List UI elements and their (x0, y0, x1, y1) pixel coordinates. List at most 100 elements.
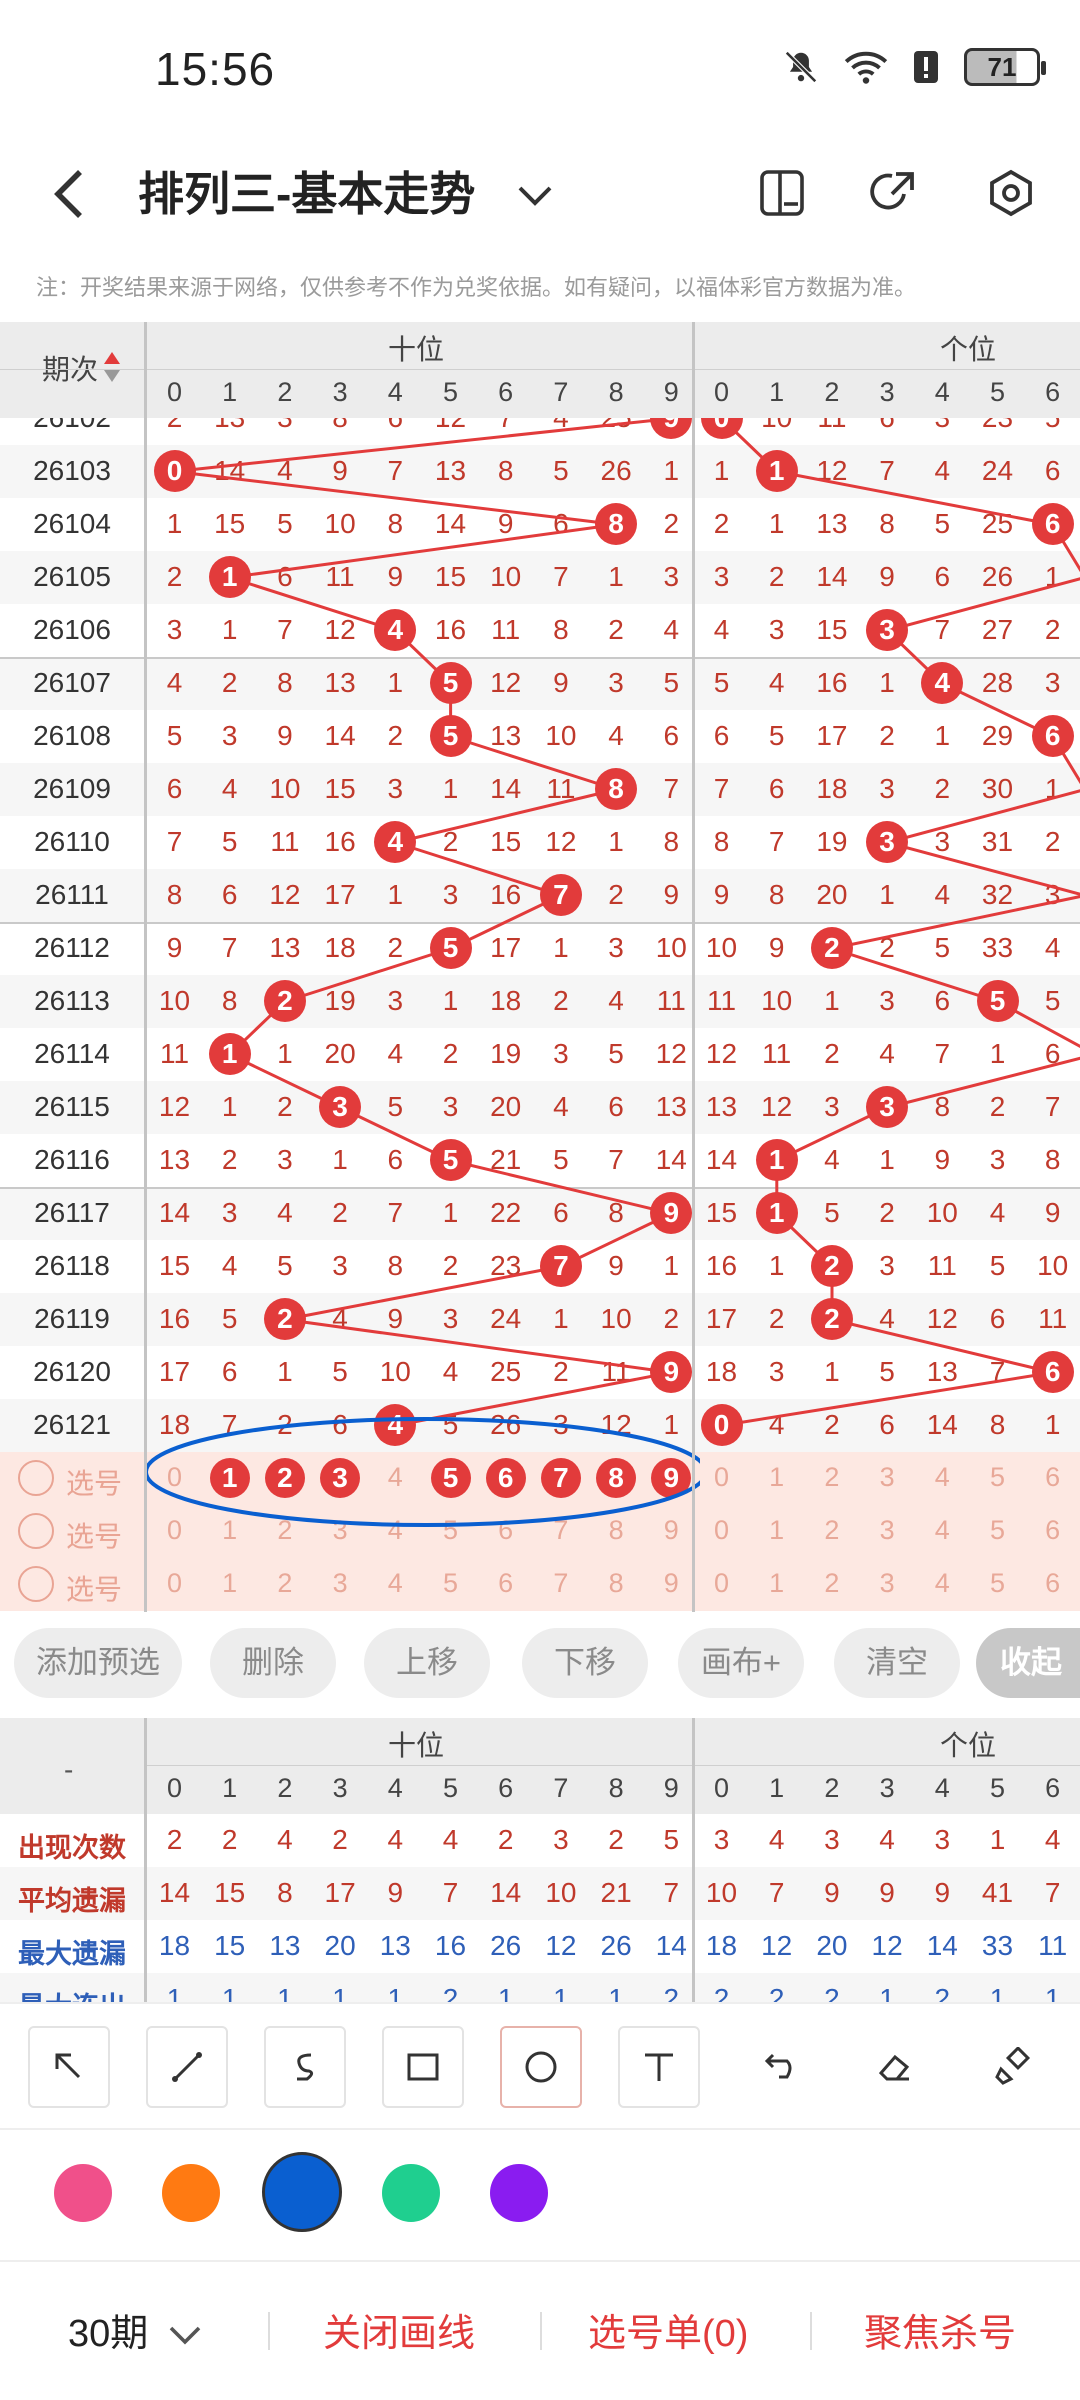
focus-kill-button[interactable]: 聚焦杀号 (864, 2302, 1016, 2357)
color-swatch[interactable] (162, 2164, 220, 2222)
action-chip[interactable]: 添加预选 (14, 1628, 182, 1698)
period-select-label: 30期 (68, 2313, 149, 2355)
clear-tool[interactable] (972, 2026, 1054, 2108)
pick-cell[interactable]: 6 (478, 1568, 533, 1599)
hit-ball: 3 (866, 1086, 909, 1128)
pick-cell[interactable]: 4 (915, 1462, 970, 1493)
pick-cell[interactable]: 2 (257, 1568, 312, 1599)
action-chip[interactable]: 清空 (834, 1628, 960, 1698)
pick-cell[interactable]: 0 (694, 1462, 749, 1493)
page-title: 排列三-基本走势 (138, 168, 476, 220)
pick-cell[interactable]: 5 (970, 1462, 1025, 1493)
undo-tool[interactable] (736, 2026, 818, 2108)
color-swatch[interactable] (382, 2164, 440, 2222)
trend-line-segment (229, 576, 396, 632)
pick-cell[interactable]: 4 (368, 1568, 423, 1599)
pick-cell[interactable]: 4 (915, 1568, 970, 1599)
pick-cell[interactable]: 5 (423, 1568, 478, 1599)
close-draw-button[interactable]: 关闭画线 (323, 2302, 475, 2357)
pick-cell[interactable]: 6 (1025, 1568, 1080, 1599)
line-tool[interactable] (146, 2026, 228, 2108)
pick-cell[interactable]: 3 (860, 1568, 915, 1599)
text-tool[interactable] (618, 2026, 700, 2108)
pick-cell[interactable]: 4 (915, 1515, 970, 1546)
stat-label: 最大连出 (0, 1985, 144, 2002)
trend-line-segment (721, 1371, 1054, 1427)
tens-header: 十位 (388, 1730, 445, 1761)
column-header: 0 (713, 377, 730, 407)
pick-list-button[interactable]: 选号单(0) (588, 2302, 748, 2357)
pick-cell[interactable]: 3 (860, 1462, 915, 1493)
stat-cell: 9 (387, 1877, 404, 1908)
pick-cell[interactable]: 3 (313, 1568, 368, 1599)
separator (810, 2312, 812, 2350)
arrow-tool[interactable] (28, 2026, 110, 2108)
pick-cell[interactable]: 1 (749, 1462, 804, 1493)
action-chip[interactable]: 收起 (976, 1628, 1080, 1698)
pick-cell[interactable]: 0 (694, 1515, 749, 1546)
pick-cell[interactable]: 1 (749, 1515, 804, 1546)
circle-icon (525, 2051, 557, 2083)
chevron-down-icon[interactable] (518, 186, 552, 206)
column-header: 4 (934, 377, 950, 407)
share-icon[interactable] (868, 168, 918, 218)
pick-cell[interactable]: 2 (804, 1568, 859, 1599)
pick-cell[interactable]: 0 (694, 1568, 749, 1599)
column-header: 7 (553, 1773, 569, 1803)
stat-cell: 4 (277, 1824, 293, 1855)
column-header: 6 (498, 1773, 514, 1803)
pick-cell[interactable]: 3 (860, 1515, 915, 1546)
stat-cell: 14 (926, 1930, 958, 1961)
column-header: 8 (608, 377, 624, 407)
hit-ball: 2 (263, 980, 306, 1022)
action-chip[interactable]: 删除 (210, 1628, 336, 1698)
stat-cell: 1 (221, 1983, 238, 2002)
rect-tool[interactable] (382, 2026, 464, 2108)
drawn-ellipse (144, 1417, 700, 1527)
stats-row: 最大遗漏 18 15 13 20 13 16 26 12 26 14 18 12 20 12 14 33 11 (0, 1920, 1080, 1973)
eraser-tool[interactable] (854, 2026, 936, 2108)
pick-row-radio[interactable] (18, 1460, 54, 1496)
pick-cell[interactable]: 5 (970, 1515, 1025, 1546)
color-swatch[interactable] (262, 2152, 342, 2232)
stat-cell: 4 (768, 1824, 785, 1855)
undo-icon (764, 2053, 792, 2079)
color-swatch[interactable] (54, 2164, 112, 2222)
pick-cell[interactable]: 5 (970, 1568, 1025, 1599)
stat-cell: 20 (324, 1930, 356, 1961)
action-chip[interactable]: 上移 (364, 1628, 490, 1698)
pick-cell[interactable]: 0 (147, 1568, 202, 1599)
app-header: 排列三-基本走势 (0, 140, 1080, 250)
sort-icon[interactable] (104, 352, 120, 382)
stat-cell: 8 (277, 1877, 293, 1908)
action-chip[interactable]: 画布+ (678, 1628, 804, 1698)
curve-tool[interactable] (264, 2026, 346, 2108)
pick-cell[interactable]: 1 (749, 1568, 804, 1599)
pick-row-radio[interactable] (18, 1513, 54, 1549)
settings-icon[interactable] (986, 168, 1036, 218)
circle-tool[interactable] (500, 2026, 582, 2108)
pick-cell[interactable]: 9 (644, 1568, 699, 1599)
back-icon[interactable] (50, 166, 90, 222)
status-bar: 15:56 71 (0, 0, 1080, 140)
stats-row: 最大连出 1 1 1 1 1 2 1 1 1 2 2 2 2 1 2 1 1 (0, 1973, 1080, 2002)
column-header: 2 (277, 1773, 293, 1803)
wifi-icon (844, 51, 888, 84)
pick-cell[interactable]: 2 (804, 1462, 859, 1493)
stat-cell: 11 (1038, 1930, 1068, 1961)
pick-cell[interactable]: 1 (202, 1568, 257, 1599)
color-swatch[interactable] (490, 2164, 548, 2222)
pick-cell[interactable]: 6 (1025, 1515, 1080, 1546)
pick-cell[interactable]: 7 (533, 1568, 588, 1599)
divider (0, 2128, 1080, 2130)
action-chip[interactable]: 下移 (522, 1628, 648, 1698)
period-header[interactable]: 期次 (42, 348, 98, 388)
period-select[interactable]: 30期 (68, 2302, 201, 2357)
pick-cell[interactable]: 2 (804, 1515, 859, 1546)
layout-toggle-icon[interactable] (758, 168, 806, 218)
pick-cell[interactable]: 8 (589, 1568, 644, 1599)
pick-row-radio[interactable] (18, 1566, 54, 1602)
pick-cell[interactable]: 6 (1025, 1462, 1080, 1493)
stat-cell: 12 (761, 1930, 793, 1961)
units-header: 个位 (940, 334, 997, 365)
